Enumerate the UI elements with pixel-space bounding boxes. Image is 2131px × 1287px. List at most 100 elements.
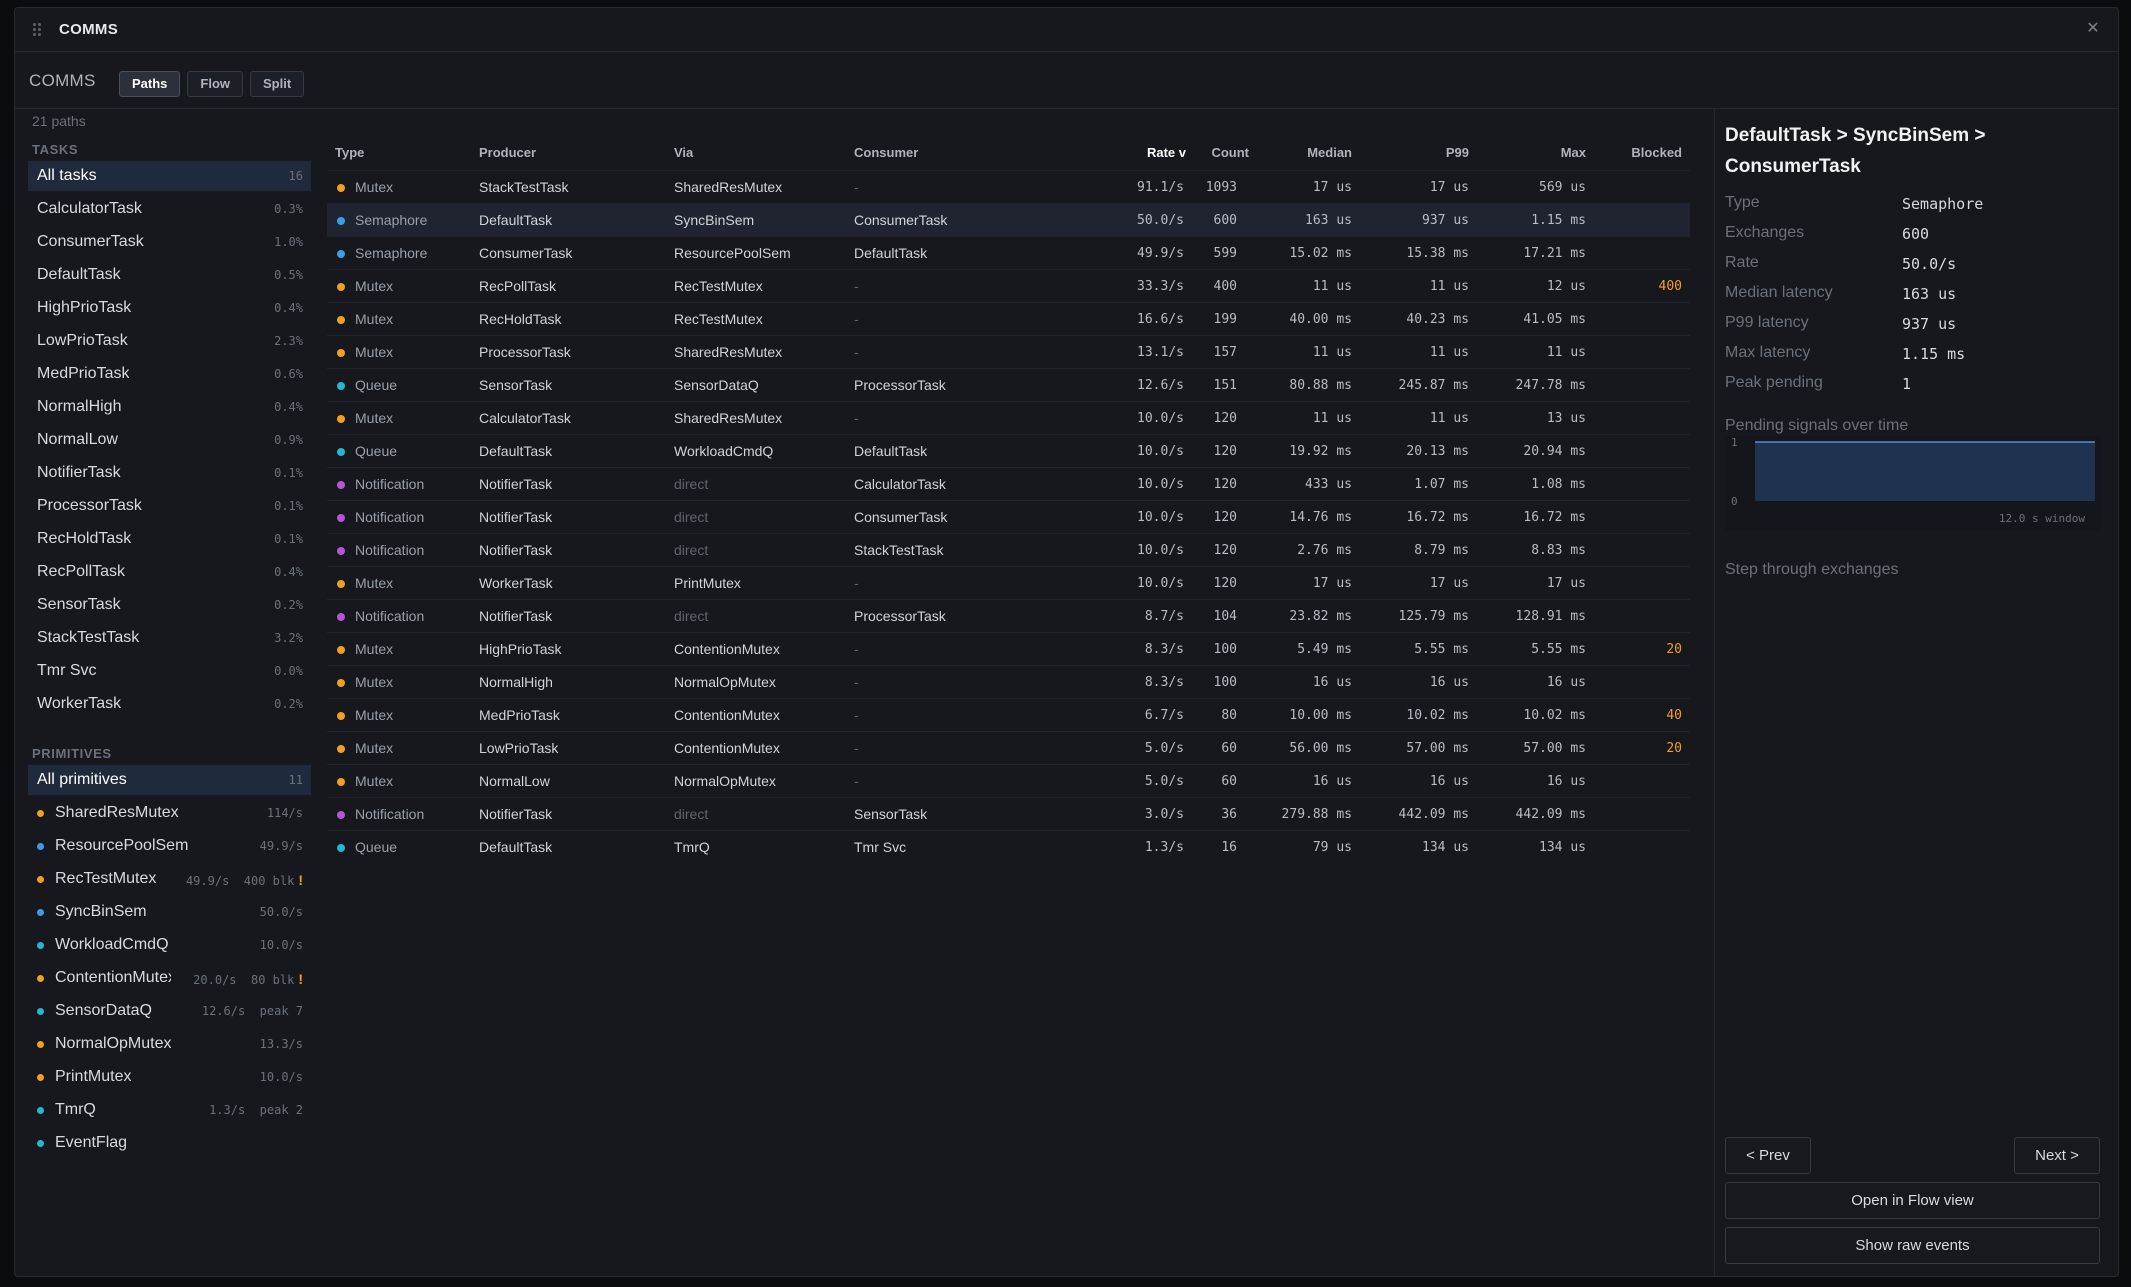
sidebar-item-task[interactable]: RecHoldTask 0.1% xyxy=(28,524,311,554)
prev-button[interactable]: < Prev xyxy=(1725,1137,1811,1174)
table-row[interactable]: Semaphore DefaultTask SyncBinSem ConsumerTa… xyxy=(327,203,1690,236)
detail-panel: DefaultTask > SyncBinSem > ConsumerTask … xyxy=(1700,101,2105,1270)
task-value: 0.9% xyxy=(274,433,303,447)
sidebar-item-task[interactable]: MedPrioTask 0.6% xyxy=(28,359,311,389)
table-row[interactable]: Notification NotifierTask direct Calculator… xyxy=(327,467,1690,500)
col-type[interactable]: Type xyxy=(335,145,364,160)
sidebar-item-task[interactable]: ConsumerTask 1.0% xyxy=(28,227,311,257)
next-button[interactable]: Next > xyxy=(2014,1137,2100,1174)
col-rate[interactable]: Rate v xyxy=(1147,145,1186,160)
detail-key: Median latency xyxy=(1725,284,1833,301)
col-producer[interactable]: Producer xyxy=(479,145,536,160)
open-flow-view-button[interactable]: Open in Flow view xyxy=(1725,1182,2100,1219)
cell-consumer: - xyxy=(854,179,859,195)
sidebar-item-primitive[interactable]: WorkloadCmdQ 10.0/s xyxy=(28,930,311,960)
sidebar-item-task[interactable]: SensorTask 0.2% xyxy=(28,590,311,620)
primitive-stats: 11 xyxy=(289,773,303,787)
sidebar-item-primitive[interactable]: RecTestMutex 49.9/s 400 blk! xyxy=(28,864,311,894)
cell-max: 17.21 ms xyxy=(1523,246,1586,261)
sidebar-item-primitive[interactable]: EventFlag xyxy=(28,1128,311,1158)
sidebar-item-task[interactable]: WorkerTask 0.2% xyxy=(28,689,311,719)
sidebar-item-task[interactable]: StackTestTask 3.2% xyxy=(28,623,311,653)
col-via[interactable]: Via xyxy=(674,145,693,160)
cell-type: Queue xyxy=(355,839,398,855)
sidebar-item-task[interactable]: RecPollTask 0.4% xyxy=(28,557,311,587)
sidebar-item-all-tasks[interactable]: All tasks 16 xyxy=(28,161,311,191)
cell-consumer: - xyxy=(854,311,859,327)
table-row[interactable]: Mutex NormalLow NormalOpMutex - 5.0/s 60 16 us… xyxy=(327,764,1690,797)
table-row[interactable]: Queue SensorTask SensorDataQ ProcessorTask 1… xyxy=(327,368,1690,401)
sidebar-item-task[interactable]: NotifierTask 0.1% xyxy=(28,458,311,488)
sidebar-item-task[interactable]: Tmr Svc 0.0% xyxy=(28,656,311,686)
col-p99[interactable]: P99 xyxy=(1446,145,1469,160)
y-tick-label: 0 xyxy=(1731,495,1738,508)
cell-median: 2.76 ms xyxy=(1297,543,1352,558)
primitives-header: PRIMITIVES xyxy=(32,746,112,761)
cell-producer: DefaultTask xyxy=(479,212,553,228)
sidebar-item-task[interactable]: CalculatorTask 0.3% xyxy=(28,194,311,224)
table-row[interactable]: Mutex StackTestTask SharedResMutex - 91.1/s 1… xyxy=(327,170,1690,203)
cell-type: Mutex xyxy=(355,773,394,789)
sidebar-item-primitive[interactable]: SyncBinSem 50.0/s xyxy=(28,897,311,927)
tab-flow[interactable]: Flow xyxy=(187,71,244,97)
sidebar-item-task[interactable]: ProcessorTask 0.1% xyxy=(28,491,311,521)
sidebar-item-primitive[interactable]: SharedResMutex 114/s xyxy=(28,798,311,828)
table-row[interactable]: Mutex ProcessorTask SharedResMutex - 13.1/s 1… xyxy=(327,335,1690,368)
sidebar-item-primitive[interactable]: NormalOpMutex 13.3/s xyxy=(28,1029,311,1059)
sidebar-item-primitive[interactable]: ResourcePoolSem 49.9/s xyxy=(28,831,311,861)
col-count[interactable]: Count xyxy=(1211,145,1249,160)
table-row[interactable]: Queue DefaultTask TmrQ Tmr Svc 1.3/s 16 79 us 1… xyxy=(327,830,1690,863)
table-row[interactable]: Mutex MedPrioTask ContentionMutex - 6.7/s 80 1… xyxy=(327,698,1690,731)
primitive-color-dot xyxy=(37,975,44,982)
table-row[interactable]: Mutex HighPrioTask ContentionMutex - 8.3/s 10… xyxy=(327,632,1690,665)
table-row[interactable]: Mutex RecPollTask RecTestMutex - 33.3/s 400 11… xyxy=(327,269,1690,302)
sidebar-item-task[interactable]: HighPrioTask 0.4% xyxy=(28,293,311,323)
col-median[interactable]: Median xyxy=(1307,145,1352,160)
y-tick-label: 1 xyxy=(1731,436,1738,449)
type-color-dot xyxy=(337,712,345,720)
cell-via: ContentionMutex xyxy=(674,740,780,756)
cell-rate: 3.0/s xyxy=(1144,807,1184,822)
sidebar-item-primitive[interactable]: SensorDataQ 12.6/s peak 7 xyxy=(28,996,311,1026)
primitive-label: EventFlag xyxy=(55,1134,128,1151)
task-label: All tasks xyxy=(37,167,97,184)
sidebar-item-task[interactable]: NormalHigh 0.4% xyxy=(28,392,311,422)
table-row[interactable]: Queue DefaultTask WorkloadCmdQ DefaultTask 1… xyxy=(327,434,1690,467)
table-row[interactable]: Semaphore ConsumerTask ResourcePoolSem Defa… xyxy=(327,236,1690,269)
sidebar-item-all-primitives[interactable]: All primitives 11 xyxy=(28,765,311,795)
sidebar-item-task[interactable]: LowPrioTask 2.3% xyxy=(28,326,311,356)
close-icon[interactable]: ✕ xyxy=(2082,18,2104,40)
sidebar-item-primitive[interactable]: TmrQ 1.3/s peak 2 xyxy=(28,1095,311,1125)
drag-handle-icon[interactable] xyxy=(33,21,43,37)
table-row[interactable]: Mutex WorkerTask PrintMutex - 10.0/s 120 17 us… xyxy=(327,566,1690,599)
tab-paths[interactable]: Paths xyxy=(119,71,181,97)
cell-count: 120 xyxy=(1213,543,1237,558)
table-row[interactable]: Mutex CalculatorTask SharedResMutex - 10.0/s… xyxy=(327,401,1690,434)
cell-max: 12 us xyxy=(1546,279,1586,294)
table-row[interactable]: Notification NotifierTask direct SensorTask… xyxy=(327,797,1690,830)
primitive-label: ResourcePoolSem xyxy=(55,837,189,854)
cell-count: 100 xyxy=(1213,675,1237,690)
col-consumer[interactable]: Consumer xyxy=(854,145,918,160)
table-row[interactable]: Notification NotifierTask direct StackTestT… xyxy=(327,533,1690,566)
cell-via: direct xyxy=(674,806,709,822)
table-row[interactable]: Mutex NormalHigh NormalOpMutex - 8.3/s 100 16 … xyxy=(327,665,1690,698)
cell-p99: 10.02 ms xyxy=(1406,708,1469,723)
table-row[interactable]: Notification NotifierTask direct ProcessorT… xyxy=(327,599,1690,632)
show-raw-events-button[interactable]: Show raw events xyxy=(1725,1227,2100,1264)
sidebar-item-primitive[interactable]: PrintMutex 10.0/s xyxy=(28,1062,311,1092)
tab-split[interactable]: Split xyxy=(250,71,305,97)
sidebar-item-task[interactable]: NormalLow 0.9% xyxy=(28,425,311,455)
sidebar-item-task[interactable]: DefaultTask 0.5% xyxy=(28,260,311,290)
table-row[interactable]: Notification NotifierTask direct ConsumerTa… xyxy=(327,500,1690,533)
col-blocked[interactable]: Blocked xyxy=(1631,145,1682,160)
col-max[interactable]: Max xyxy=(1561,145,1586,160)
sidebar-item-primitive[interactable]: ContentionMutex 20.0/s 80 blk! xyxy=(28,963,311,993)
primitive-color-dot xyxy=(37,909,44,916)
task-value: 2.3% xyxy=(274,334,303,348)
title-bar[interactable]: COMMS ✕ xyxy=(15,8,2118,52)
table-row[interactable]: Mutex RecHoldTask RecTestMutex - 16.6/s 199 40… xyxy=(327,302,1690,335)
cell-count: 104 xyxy=(1213,609,1237,624)
table-row[interactable]: Mutex LowPrioTask ContentionMutex - 5.0/s 60 5… xyxy=(327,731,1690,764)
detail-value: 1 xyxy=(1902,375,1912,393)
